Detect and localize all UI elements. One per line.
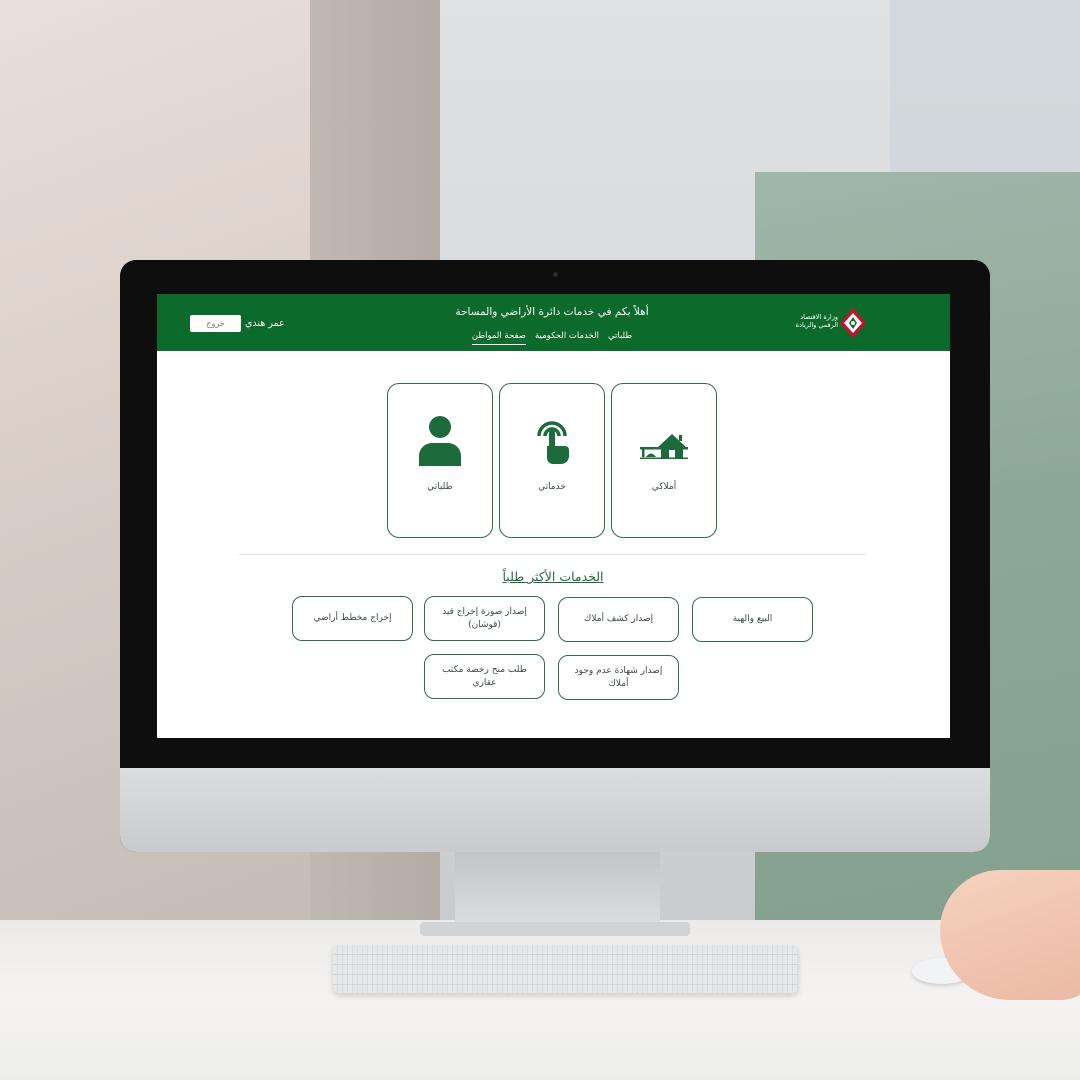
- webcam: [553, 272, 558, 277]
- nav-government-services[interactable]: الخدمات الحكومية: [535, 331, 599, 345]
- ministry-name: وزارة الاقتصاد الرقمي والريادة: [795, 313, 838, 329]
- card-my-requests[interactable]: طلباتي: [387, 383, 493, 538]
- user-name: عمر هندي: [245, 318, 285, 329]
- house-icon: [640, 434, 688, 459]
- service-sale-and-gift[interactable]: البيع والهبة: [692, 597, 813, 642]
- card-my-services[interactable]: خدماتي: [499, 383, 605, 538]
- monitor-stand-base: [420, 922, 690, 936]
- main-nav: صفحة المواطن الخدمات الحكومية طلباتي: [457, 331, 647, 345]
- person-icon: [419, 416, 461, 466]
- header-bar: وزارة الاقتصاد الرقمي والريادة أهلاً بكم…: [157, 294, 950, 351]
- service-land-plan[interactable]: إخراج مخطط أراضي: [292, 596, 413, 641]
- card-label: طلباتي: [427, 482, 453, 492]
- service-title-deed-copy[interactable]: إصدار صورة إخراج قيد (قوشان): [424, 596, 545, 641]
- service-real-estate-office-license[interactable]: طلب منح رخصة مكتب عقاري: [424, 654, 545, 699]
- service-property-statement[interactable]: إصدار كشف أملاك: [558, 597, 679, 642]
- service-no-property-certificate[interactable]: إصدار شهادة عدم وجود أملاك: [558, 655, 679, 700]
- touch-hand-icon: [537, 421, 569, 464]
- monitor-stand: [455, 852, 660, 932]
- nav-my-requests[interactable]: طلباتي: [608, 331, 632, 345]
- card-label: أملاكي: [651, 482, 677, 492]
- keyboard: [333, 945, 798, 993]
- card-label: خدماتي: [538, 482, 566, 492]
- popular-services-title: الخدمات الأكثر طلباً: [502, 569, 604, 584]
- nav-citizen-page[interactable]: صفحة المواطن: [471, 331, 526, 345]
- section-divider: [239, 554, 867, 555]
- screen: وزارة الاقتصاد الرقمي والريادة أهلاً بكم…: [157, 294, 950, 738]
- card-my-properties[interactable]: أملاكي: [611, 383, 717, 538]
- ministry-logo[interactable]: وزارة الاقتصاد الرقمي والريادة: [786, 307, 868, 339]
- user-hand: [940, 870, 1080, 1000]
- welcome-title: أهلاً بكم في خدمات دائرة الأراضي والمساح…: [455, 306, 649, 318]
- emblem-icon: [840, 308, 866, 338]
- logout-button[interactable]: خروج: [190, 315, 241, 332]
- desk: [0, 920, 1080, 1080]
- monitor-chin: [120, 768, 990, 852]
